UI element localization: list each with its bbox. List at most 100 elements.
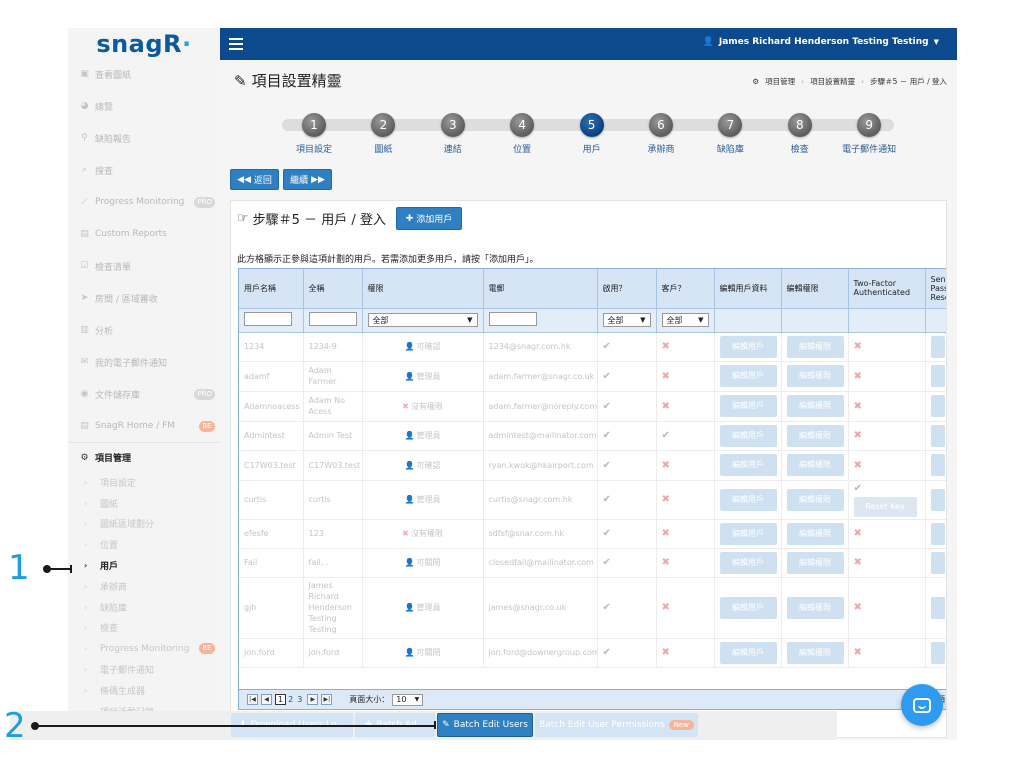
sidebar-item[interactable]: ◉ 文件儲存庫 PRO — [68, 378, 220, 410]
continue-button[interactable]: 繼續 ▶▶ — [283, 169, 332, 190]
column-header[interactable]: 啟用？ — [597, 269, 657, 309]
breadcrumb-item[interactable]: 項目設置精靈 — [810, 76, 855, 87]
column-header[interactable]: 全稱 — [303, 269, 363, 309]
sidebar-subitem[interactable]: › 條碼生成器 — [68, 680, 220, 701]
column-header[interactable]: Two-Factor Authenticated — [848, 269, 926, 309]
send-password-reset-button[interactable] — [930, 596, 945, 619]
sidebar-subitem[interactable]: › 缺陷庫 — [68, 597, 220, 618]
edit-permissions-button[interactable]: 編輯權限 — [786, 641, 844, 664]
hamburger-menu-icon[interactable] — [229, 38, 243, 53]
batch-edit-users-button[interactable]: ✎ Batch Edit Users — [437, 713, 533, 737]
edit-user-button[interactable]: 編輯用戶 — [719, 596, 777, 619]
last-page-icon[interactable]: ▶| — [321, 694, 333, 705]
sidebar-item[interactable]: ▣ 查看圖紙 — [68, 58, 220, 90]
edit-user-button[interactable]: 編輯用戶 — [719, 454, 777, 476]
edit-permissions-button[interactable]: 編輯權限 — [786, 454, 844, 476]
sidebar-item[interactable]: ▥ 分析 — [68, 314, 220, 346]
column-header[interactable]: 用戶名稱 — [239, 269, 304, 309]
wizard-step[interactable]: 3 連結 — [418, 113, 488, 155]
chat-launcher-button[interactable] — [901, 684, 943, 726]
permission-filter-select[interactable]: 全部 ▼ — [367, 313, 478, 327]
edit-permissions-button[interactable]: 編輯權限 — [786, 551, 844, 574]
edit-user-button[interactable]: 編輯用戶 — [719, 365, 777, 387]
next-page-icon[interactable]: ▶ — [307, 694, 319, 705]
edit-user-button[interactable]: 編輯用戶 — [719, 522, 777, 545]
sidebar-subitem[interactable]: › 檢查 — [68, 618, 220, 639]
send-password-reset-button[interactable] — [930, 551, 945, 574]
sidebar-subitem[interactable]: › 圖紙 — [68, 493, 220, 514]
user-menu[interactable]: 👤 James Richard Henderson Testing Testin… — [703, 37, 939, 47]
send-password-reset-button[interactable] — [930, 488, 945, 511]
sidebar-item[interactable]: ▤ SnagR Home / FM BE — [68, 410, 220, 442]
sidebar-subitem[interactable]: › 承辦商 — [68, 576, 220, 597]
sidebar-subitem[interactable]: › 位置 — [68, 534, 220, 555]
sidebar-item[interactable]: ⌕ 搜查 — [68, 154, 220, 186]
edit-user-button[interactable]: 編輯用戶 — [719, 395, 777, 417]
column-header[interactable]: 客戶？ — [656, 269, 715, 309]
column-header[interactable]: 電郵 — [483, 269, 598, 309]
sidebar-subitem[interactable]: › 電子郵件通知 — [68, 659, 220, 680]
edit-user-button[interactable]: 編輯用戶 — [719, 488, 777, 511]
wizard-step[interactable]: 2 圖紙 — [348, 113, 418, 155]
send-password-reset-button[interactable] — [930, 641, 945, 664]
sidebar-subitem[interactable]: › Progress Monitoring BE — [68, 638, 220, 659]
wizard-step[interactable]: 4 位置 — [487, 113, 557, 155]
email-filter-input[interactable] — [488, 312, 537, 326]
edit-user-button[interactable]: 編輯用戶 — [719, 641, 777, 664]
wizard-step[interactable]: 1 項目設定 — [279, 113, 349, 155]
page-number[interactable]: 1 — [275, 694, 287, 705]
edit-user-button[interactable]: 編輯用戶 — [719, 551, 777, 574]
send-password-reset-button[interactable] — [930, 365, 945, 387]
wizard-step[interactable]: 5 用戶 — [557, 113, 627, 155]
sidebar-subitem[interactable]: › 項目設定 — [68, 472, 220, 493]
sidebar-subitem-users[interactable]: › 用戶 — [68, 555, 220, 576]
wizard-step[interactable]: 6 承辦商 — [626, 113, 696, 155]
wizard-step[interactable]: 8 檢查 — [765, 113, 835, 155]
edit-permissions-button[interactable]: 編輯權限 — [786, 365, 844, 387]
back-button[interactable]: ◀◀ 返回 — [230, 169, 279, 190]
prev-page-icon[interactable]: ◀ — [261, 694, 272, 705]
send-password-reset-button[interactable] — [930, 454, 945, 476]
page-size-select[interactable]: 10 ▼ — [392, 693, 424, 706]
first-page-icon[interactable]: |◀ — [247, 694, 258, 705]
page-number[interactable]: 3 — [295, 695, 304, 704]
sidebar-item[interactable]: ◕ 總覽 — [68, 90, 220, 122]
page-number[interactable]: 2 — [286, 695, 295, 704]
send-password-reset-button[interactable] — [930, 335, 945, 358]
edit-permissions-button[interactable]: 編輯權限 — [786, 488, 844, 511]
add-user-button[interactable]: ✚ 添加用戶 — [396, 207, 462, 230]
fullname-filter-input[interactable] — [308, 312, 357, 326]
wizard-step[interactable]: 7 缺陷庫 — [695, 113, 765, 155]
reset-key-button[interactable]: Reset Key — [853, 496, 917, 517]
edit-permissions-button[interactable]: 編輯權限 — [786, 596, 844, 619]
username-filter-input[interactable] — [244, 312, 292, 326]
send-password-reset-button[interactable] — [930, 395, 945, 417]
sidebar-item-project-management[interactable]: ⚙ 項目管理 — [68, 442, 220, 472]
sidebar-subitem[interactable]: › 圖紙區域劃分 — [68, 514, 220, 535]
edit-permissions-button[interactable]: 編輯權限 — [786, 395, 844, 417]
column-header[interactable]: 編輯權限 — [781, 269, 849, 309]
send-password-reset-button[interactable] — [930, 424, 945, 447]
column-header[interactable]: 編輯用戶資料 — [714, 269, 782, 309]
sidebar-item[interactable]: ☑ 檢查清單 — [68, 250, 220, 282]
column-header[interactable]: 權限 — [362, 269, 484, 309]
column-header[interactable]: Send Pass Rese — [925, 269, 946, 309]
sidebar-item[interactable]: ▤ Custom Reports — [68, 218, 220, 250]
send-password-reset-button[interactable] — [930, 522, 945, 545]
sidebar-item[interactable]: ⟋ Progress Monitoring PRO — [68, 186, 220, 218]
table-row: jon.ford jon.ford 👤 可關閉 jon.ford@downergroup… — [239, 638, 946, 668]
breadcrumb-item[interactable]: 項目管理 — [765, 76, 795, 87]
batch-edit-permissions-button[interactable]: Batch Edit User Permissions New — [535, 713, 698, 737]
edit-permissions-button[interactable]: 編輯權限 — [786, 522, 844, 545]
edit-permissions-button[interactable]: 編輯權限 — [786, 335, 844, 358]
edit-user-button[interactable]: 編輯用戶 — [719, 335, 777, 358]
edit-permissions-button[interactable]: 編輯權限 — [786, 424, 844, 447]
edit-user-button[interactable]: 編輯用戶 — [719, 424, 777, 447]
sidebar-item[interactable]: ✉ 我的電子郵件通知 — [68, 346, 220, 378]
wizard-step[interactable]: 9 電子郵件通知 — [834, 113, 904, 155]
enabled-filter-select[interactable]: 全部 ▼ — [602, 313, 651, 327]
client-filter-select[interactable]: 全部 ▼ — [661, 313, 709, 327]
snagr-logo[interactable]: snagR· — [68, 28, 220, 58]
sidebar-item[interactable]: ➤ 房間 / 區域審收 — [68, 282, 220, 314]
sidebar-item[interactable]: ⚲ 缺陷報告 — [68, 122, 220, 154]
